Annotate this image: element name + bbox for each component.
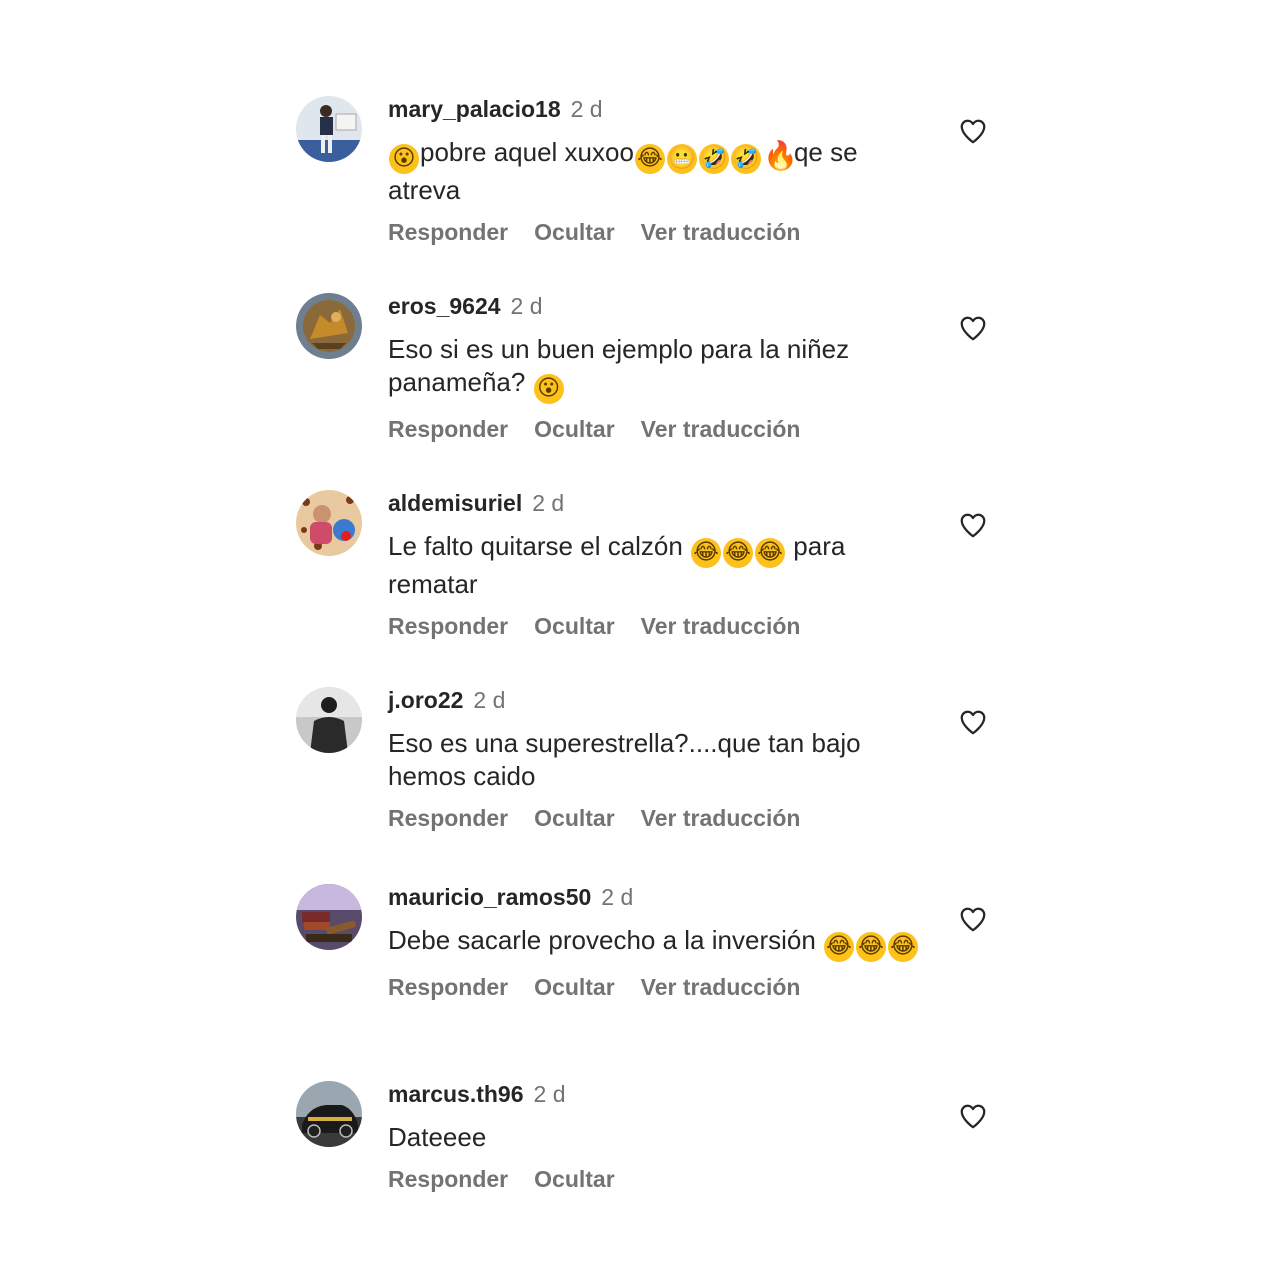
grimacing-face-emoji: 😬 <box>666 144 697 174</box>
heart-outline-icon[interactable] <box>958 510 988 540</box>
comment-meta: marcus.th96 2 d <box>388 1079 928 1109</box>
hide-button[interactable]: Ocultar <box>534 416 615 442</box>
comment-timestamp: 2 d <box>601 884 634 910</box>
avatar[interactable] <box>296 1081 362 1147</box>
translate-button[interactable]: Ver traducción <box>641 219 801 245</box>
comment-body: aldemisuriel 2 d Le falto quitarse el cal… <box>388 488 928 641</box>
comment-text: Debe sacarle provecho a la inversión 😂 😂 😂 <box>388 924 928 962</box>
comment-username[interactable]: j.oro22 <box>388 687 463 713</box>
comment-list: mary_palacio18 2 d 😮 pobre aquel xuxoo 😂 😬 🤣 🤣… <box>0 0 1280 1280</box>
comment-meta: j.oro22 2 d <box>388 685 928 715</box>
comment-text: Eso si es un buen ejemplo para la niñez … <box>388 333 928 404</box>
comment-text: 😮 pobre aquel xuxoo 😂 😬 🤣 🤣 🔥qe se atreva <box>388 136 928 207</box>
heart-outline-icon[interactable] <box>958 313 988 343</box>
translate-button[interactable]: Ver traducción <box>641 974 801 1000</box>
heart-outline-icon[interactable] <box>958 116 988 146</box>
comment-text-segment: pobre aquel xuxoo <box>420 137 634 167</box>
astonished-face-emoji: 😮 <box>389 144 419 174</box>
comment-meta: mary_palacio18 2 d <box>388 94 928 124</box>
heart-outline-icon[interactable] <box>958 1101 988 1131</box>
comment-timestamp: 2 d <box>510 293 543 319</box>
comment-actions: Responder Ocultar <box>388 1164 928 1194</box>
comment-text-segment: Eso si es un buen ejemplo para la niñez … <box>388 334 850 397</box>
comment-actions: Responder Ocultar Ver traducción <box>388 803 928 833</box>
avatar[interactable] <box>296 293 362 359</box>
comment-timestamp: 2 d <box>533 1081 566 1107</box>
reply-button[interactable]: Responder <box>388 805 508 831</box>
comment-username[interactable]: mauricio_ramos50 <box>388 884 591 910</box>
translate-button[interactable]: Ver traducción <box>641 613 801 639</box>
comment-body: j.oro22 2 d Eso es una superestrella?....… <box>388 685 928 833</box>
tears-of-joy-emoji: 😂 <box>691 538 722 568</box>
comment-text-segment: Debe sacarle provecho a la inversión <box>388 925 824 955</box>
tears-of-joy-emoji: 😂 <box>723 538 754 568</box>
rofl-emoji: 🤣 <box>730 144 761 174</box>
hide-button[interactable]: Ocultar <box>534 219 615 245</box>
translate-button[interactable]: Ver traducción <box>641 805 801 831</box>
tears-of-joy-emoji: 😂 <box>634 144 665 174</box>
avatar[interactable] <box>296 687 362 753</box>
comment-meta: aldemisuriel 2 d <box>388 488 928 518</box>
astonished-face-emoji: 😮 <box>533 374 564 404</box>
comment-meta: eros_9624 2 d <box>388 291 928 321</box>
comment-text-segment: Le falto quitarse el calzón <box>388 531 691 561</box>
comment-timestamp: 2 d <box>473 687 506 713</box>
rofl-emoji: 🤣 <box>698 144 729 174</box>
avatar[interactable] <box>296 884 362 950</box>
avatar[interactable] <box>296 96 362 162</box>
comment-text: Le falto quitarse el calzón 😂 😂 😂 para rem… <box>388 530 928 601</box>
reply-button[interactable]: Responder <box>388 613 508 639</box>
tears-of-joy-emoji: 😂 <box>755 538 786 568</box>
tears-of-joy-emoji: 😂 <box>888 932 919 962</box>
reply-button[interactable]: Responder <box>388 974 508 1000</box>
comment-text: Eso es una superestrella?....que tan baj… <box>388 728 861 791</box>
comment-meta: mauricio_ramos50 2 d <box>388 882 928 912</box>
comment-body: mauricio_ramos50 2 d Debe sacarle provech… <box>388 882 928 1002</box>
comment-username[interactable]: eros_9624 <box>388 293 501 319</box>
hide-button[interactable]: Ocultar <box>534 613 615 639</box>
comment-text: Dateeee <box>388 1122 487 1152</box>
reply-button[interactable]: Responder <box>388 1166 508 1192</box>
comment-timestamp: 2 d <box>532 490 565 516</box>
comment-timestamp: 2 d <box>570 96 603 122</box>
comment-body: marcus.th96 2 d Dateeee Responder Ocultar <box>388 1079 928 1194</box>
comment-username[interactable]: marcus.th96 <box>388 1081 524 1107</box>
heart-outline-icon[interactable] <box>958 904 988 934</box>
hide-button[interactable]: Ocultar <box>534 974 615 1000</box>
comment-actions: Responder Ocultar Ver traducción <box>388 414 928 444</box>
hide-button[interactable]: Ocultar <box>534 805 615 831</box>
translate-button[interactable]: Ver traducción <box>641 416 801 442</box>
comment-actions: Responder Ocultar Ver traducción <box>388 611 928 641</box>
comment-username[interactable]: mary_palacio18 <box>388 96 561 122</box>
reply-button[interactable]: Responder <box>388 416 508 442</box>
heart-outline-icon[interactable] <box>958 707 988 737</box>
comment-body: mary_palacio18 2 d 😮 pobre aquel xuxoo 😂 😬 🤣 🤣… <box>388 94 928 247</box>
reply-button[interactable]: Responder <box>388 219 508 245</box>
tears-of-joy-emoji: 😂 <box>824 932 855 962</box>
comment-username[interactable]: aldemisuriel <box>388 490 522 516</box>
comment-actions: Responder Ocultar Ver traducción <box>388 972 928 1002</box>
avatar[interactable] <box>296 490 362 556</box>
hide-button[interactable]: Ocultar <box>534 1166 615 1192</box>
fire-emoji: 🔥 <box>762 139 798 172</box>
tears-of-joy-emoji: 😂 <box>856 932 887 962</box>
comment-body: eros_9624 2 d Eso si es un buen ejemplo p… <box>388 291 928 444</box>
comment-actions: Responder Ocultar Ver traducción <box>388 217 928 247</box>
